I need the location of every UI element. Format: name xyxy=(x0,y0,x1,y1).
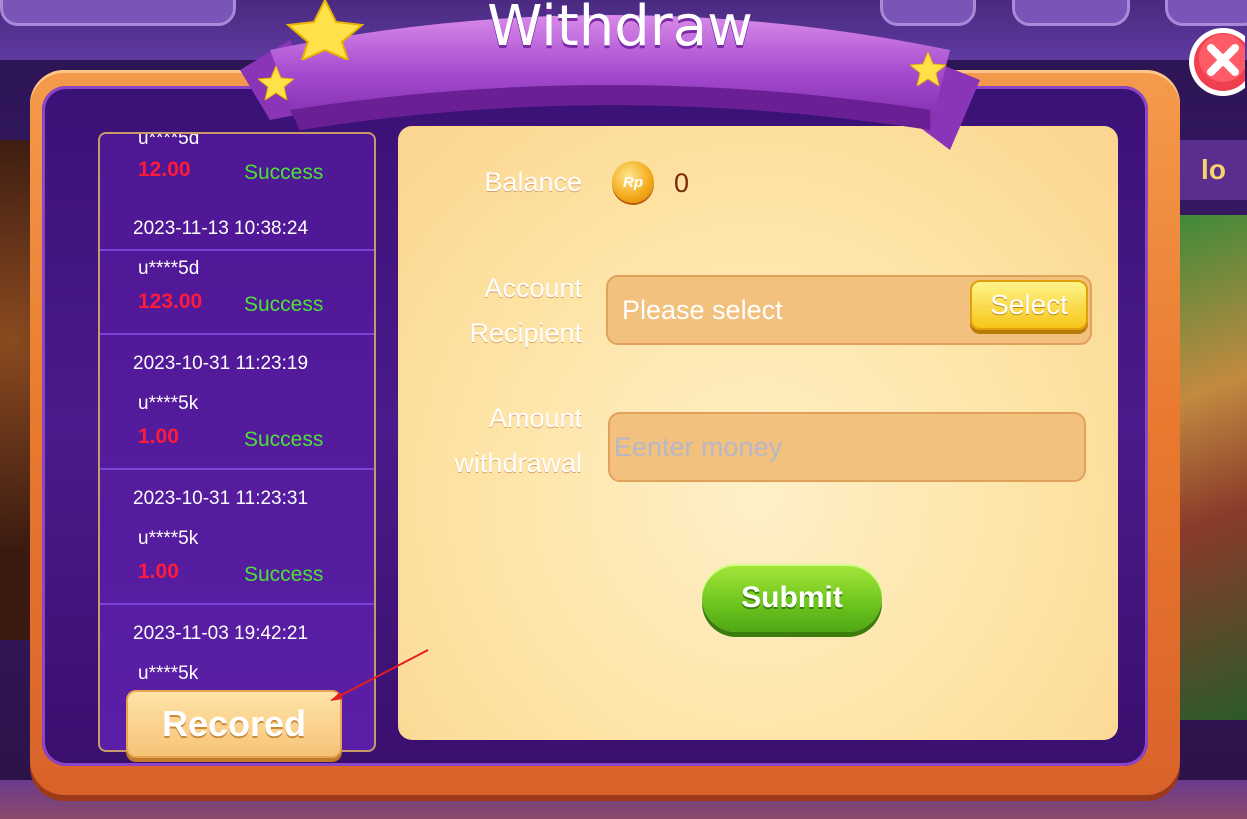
background-game-card-right xyxy=(1178,215,1247,720)
amount-label-line2: withdrawal xyxy=(454,448,582,478)
close-icon[interactable] xyxy=(1183,22,1245,102)
rp-coin-icon: Rp xyxy=(612,161,654,203)
dialog-title: Withdraw xyxy=(487,0,753,59)
record-item: 2023-10-31 11:23:31 u****5k 1.00 Success xyxy=(100,468,374,605)
record-date: 2023-11-03 19:42:21 xyxy=(133,623,309,644)
amount-input[interactable] xyxy=(608,412,1086,482)
record-status: Success xyxy=(244,563,324,586)
record-status: Success xyxy=(244,293,324,316)
star-icon xyxy=(258,66,294,100)
record-status: Success xyxy=(244,161,324,184)
account-recipient-placeholder: Please select xyxy=(622,295,783,325)
record-amount: 1.00 xyxy=(138,425,179,448)
submit-button[interactable]: Submit xyxy=(702,564,882,632)
record-item: 2023-10-31 11:23:19 u****5k 1.00 Success xyxy=(100,333,374,470)
record-date: 2023-11-13 10:38:24 xyxy=(133,218,309,239)
recored-button[interactable]: Recored xyxy=(126,690,342,758)
record-user: u****5d xyxy=(138,258,200,279)
record-date: 2023-10-31 11:23:19 xyxy=(133,353,309,374)
star-icon xyxy=(910,52,946,86)
background-pill xyxy=(0,0,236,26)
record-item: 2023-11-13 10:38:24 u****5d 123.00 Succe… xyxy=(100,198,374,335)
record-amount: 123.00 xyxy=(138,290,203,313)
record-user: u****5d xyxy=(138,132,200,149)
account-label-line1: Account xyxy=(484,273,582,303)
record-user: u****5k xyxy=(138,393,199,414)
balance-label: Balance xyxy=(484,167,582,197)
record-user: u****5k xyxy=(138,663,199,684)
background-badge: lo xyxy=(1180,140,1247,200)
amount-label-line1: Amount xyxy=(488,403,582,433)
background-pill xyxy=(1012,0,1130,26)
record-amount: 1.00 xyxy=(138,560,179,583)
records-list[interactable]: u****5d 12.00 Success 2023-11-13 10:38:2… xyxy=(98,132,376,752)
balance-value: 0 xyxy=(674,168,690,198)
record-amount: 12.00 xyxy=(138,158,191,181)
record-status: Success xyxy=(244,428,324,451)
select-account-button[interactable]: Select xyxy=(970,280,1088,330)
star-icon xyxy=(285,0,365,60)
account-label-line2: Recipient xyxy=(469,318,582,348)
record-user: u****5k xyxy=(138,528,199,549)
record-date: 2023-10-31 11:23:31 xyxy=(133,488,309,509)
